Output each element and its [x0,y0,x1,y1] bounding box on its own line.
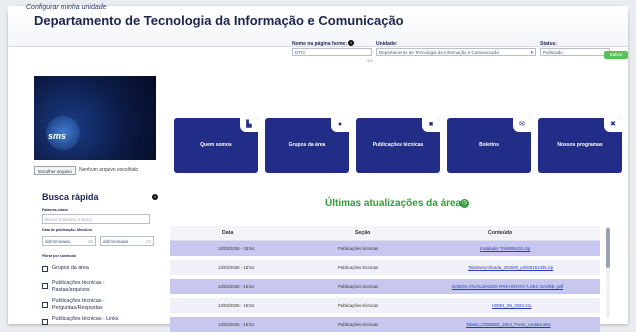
filter-checkbox-grupos[interactable] [42,266,48,272]
row-date: 13/03/2026 - 15:54 [218,303,255,308]
filter-option-label: Publicações técnicas - Perguntas/Respost… [52,298,105,311]
calendar-icon[interactable]: ▭ [88,237,93,245]
chevron-down-icon: ▾ [530,50,533,56]
calendar-icon[interactable]: ▭ [146,237,151,245]
row-date: 13/03/2026 - 15:54 [218,246,255,251]
filter-option-label: Grupos da área [52,265,89,271]
filter-checkbox-perguntas[interactable] [42,302,48,308]
table-row: 13/03/2026 - 15:54 Publicações técnicas … [170,317,600,332]
row-content-link[interactable]: DADOS ATUALIZADOS PARA ENVIO À SEC SAÚDE… [452,279,563,294]
filter-label: Filtrar por conteúdo [42,254,77,258]
column-header-content[interactable]: Conteúdo [488,226,512,240]
row-section: Publicações técnicas [338,303,379,308]
date-from-input[interactable]: dd/mm/aaaa ▭ [42,236,96,246]
info-icon[interactable]: i [152,194,158,200]
quick-search-title: Busca rápida [42,192,99,202]
filter-option-label: Publicações técnicas - Links [52,316,119,322]
choose-file-button[interactable]: Escolher arquivo [34,166,76,175]
unit-logo-image: sms [34,76,156,160]
column-header-date[interactable]: Data [222,226,233,240]
tile-label: Nossos programas [557,142,603,148]
tile-nossos-programas[interactable]: ✖ Nossos programas [538,118,622,173]
unit-select[interactable]: Departamento de Tecnologia da Informação… [376,48,536,56]
home-name-input[interactable]: DTIC [292,48,372,56]
filter-option-label: Publicações técnicas - Pastas/arquivos [52,280,105,293]
date-to-input[interactable]: dd/mm/aaaa ▭ [100,236,154,246]
tile-quem-somos[interactable]: ▙ Quem somos [174,118,258,173]
scrollbar-thumb[interactable] [606,228,610,268]
tile-label: Boletins [479,142,499,148]
row-date: 13/03/2026 - 15:54 [218,322,255,327]
row-section: Publicações técnicas [338,322,379,327]
filter-checkbox-pastas[interactable] [42,283,48,289]
updates-table-header: Data Seção Conteúdo [170,226,600,241]
char-counter: 4/8 [367,58,373,63]
tile-publicacoes-tecnicas[interactable]: ■ Publicações técnicas [356,118,440,173]
save-button[interactable]: Salvar [604,51,628,59]
document-icon: ▙ [246,121,252,128]
row-content-link[interactable]: H0001_06_2023.csv [492,298,531,313]
updates-title: Últimas atualizações da área [325,198,462,209]
tools-icon: ✖ [610,121,616,128]
home-name-label: Nome na página home: [292,41,348,47]
tile-label: Quem somos [200,142,232,148]
status-label: Status: [540,41,557,47]
row-content-link[interactable]: Tabelas/unificada_202605_p2005151335.zip [468,260,553,275]
configure-unit-link[interactable]: Configurar minha unidade [26,4,107,11]
book-icon: ■ [428,121,434,128]
clock-icon: ◷ [460,199,469,208]
keyword-input[interactable]: Busca (máximo 3 itens) [42,214,150,224]
keyword-label: Palavras-chave [42,208,69,212]
row-content-link[interactable]: Tabela_CIDEEEE_2024_Ponto_contato.xlsx [466,317,551,332]
logo-text: sms [48,131,67,141]
table-row: 13/03/2026 - 15:54 Publicações técnicas … [170,279,600,294]
filter-checkbox-links[interactable] [42,319,48,325]
row-date: 13/03/2026 - 15:54 [218,284,255,289]
unit-label: Unidade: [376,41,398,47]
row-section: Publicações técnicas [338,284,379,289]
row-section: Publicações técnicas [338,265,379,270]
row-content-link[interactable]: Instalador TABWIN415.zip [480,241,530,256]
tile-boletins[interactable]: ✉ Boletins [447,118,531,173]
column-header-section[interactable]: Seção [355,226,370,240]
page-title: Departamento de Tecnologia da Informação… [34,13,404,28]
file-status-text: Nenhum arquivo escolhido [79,167,139,173]
row-date: 13/03/2026 - 15:54 [218,265,255,270]
tile-label: Publicações técnicas [372,142,424,148]
mail-icon: ✉ [519,121,525,128]
status-select[interactable]: Publicado▾ [540,48,610,56]
table-row: 13/03/2026 - 15:54 Publicações técnicas … [170,241,600,256]
group-icon: ● [337,121,343,128]
date-label: Data de publicação: Mês/Ano [42,228,92,232]
table-row: 13/03/2026 - 15:54 Publicações técnicas … [170,298,600,313]
tile-label: Grupos da área [288,142,326,148]
row-section: Publicações técnicas [338,246,379,251]
tile-grupos-da-area[interactable]: ● Grupos da área [265,118,349,173]
table-row: 13/03/2026 - 15:54 Publicações técnicas … [170,260,600,275]
info-icon[interactable]: i [348,40,354,46]
